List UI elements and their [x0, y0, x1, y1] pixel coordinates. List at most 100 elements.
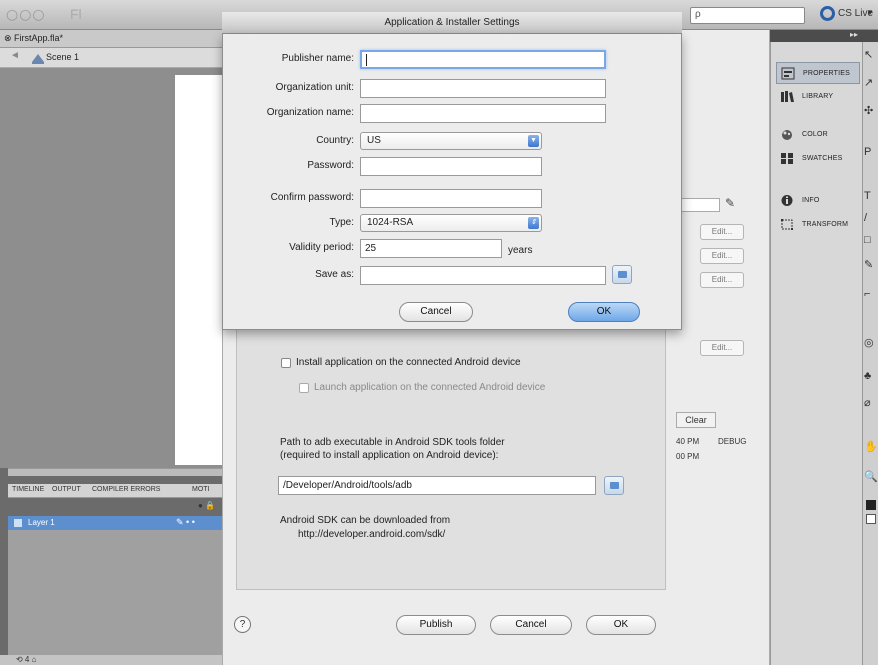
document-tab[interactable]: ⊗ FirstApp.fla* — [4, 33, 63, 44]
log-time: 00 PM — [676, 452, 700, 461]
tab-compiler-errors[interactable]: COMPILER ERRORS — [92, 486, 160, 493]
panel-button-library[interactable]: LIBRARY — [776, 86, 860, 108]
sheet-cancel-button[interactable]: Cancel — [399, 302, 473, 322]
pencil-icon[interactable]: ✎ — [725, 196, 735, 210]
confirm-password-label: Confirm password: — [270, 192, 354, 203]
publish-button[interactable]: Publish — [396, 615, 476, 635]
properties-icon — [781, 67, 795, 80]
organization-unit-input[interactable] — [360, 79, 606, 98]
confirm-password-input[interactable] — [360, 189, 542, 208]
layer-icon — [14, 519, 22, 527]
back-arrow-icon[interactable]: ◄ — [10, 50, 20, 61]
sheet-ok-button[interactable]: OK — [568, 302, 640, 322]
password-input[interactable] — [360, 157, 542, 176]
organization-unit-label: Organization unit: — [275, 82, 354, 93]
password-label: Password: — [307, 160, 354, 171]
edit-button[interactable]: Edit... — [700, 340, 744, 356]
type-select[interactable]: 1024-RSA ⇕ — [360, 214, 542, 232]
install-checkbox[interactable] — [281, 358, 291, 368]
chevron-down-icon: ▼ — [528, 135, 539, 147]
type-label: Type: — [329, 217, 354, 228]
tools-panel — [862, 42, 878, 665]
stage[interactable] — [175, 75, 222, 465]
browse-folder-icon[interactable] — [604, 476, 624, 495]
tab-timeline[interactable]: TIMELINE — [12, 486, 44, 493]
validity-period-label: Validity period: — [289, 242, 354, 253]
adb-label-note: (required to install application on Andr… — [280, 450, 499, 461]
log-time: 40 PM — [676, 437, 700, 446]
organization-name-label: Organization name: — [266, 107, 354, 118]
scene-icon — [32, 54, 44, 64]
panel-button-properties[interactable]: PROPERTIES — [776, 62, 860, 84]
edit-button[interactable]: Edit... — [700, 224, 744, 240]
chevron-down-icon[interactable]: ▼ — [866, 8, 874, 17]
panel-button-color[interactable]: COLOR — [776, 124, 860, 146]
layer-visibility-lock-icon[interactable]: ● 🔒 — [198, 501, 215, 510]
validity-unit: years — [508, 245, 533, 256]
pencil-tool-icon[interactable]: ✎ — [864, 258, 873, 271]
panel-button-info[interactable]: INFO — [776, 190, 860, 212]
color-icon — [782, 130, 792, 140]
pen-tool-icon[interactable]: P — [864, 146, 871, 158]
validity-period-input[interactable]: 25 — [360, 239, 502, 258]
adb-label: Path to adb executable in Android SDK to… — [280, 437, 505, 448]
text-tool-icon[interactable]: T — [864, 190, 871, 202]
edit-button[interactable]: Edit... — [700, 272, 744, 288]
layer-name[interactable]: Layer 1 — [28, 518, 55, 527]
save-as-label: Save as: — [315, 269, 354, 280]
organization-name-input[interactable] — [360, 104, 606, 123]
save-as-input[interactable] — [360, 266, 606, 285]
clear-button[interactable]: Clear — [676, 412, 716, 428]
ok-button[interactable]: OK — [586, 615, 656, 635]
edit-button[interactable]: Edit... — [700, 248, 744, 264]
line-tool-icon[interactable]: / — [864, 212, 867, 224]
publisher-name-label: Publisher name: — [281, 53, 354, 64]
eraser-tool-icon[interactable]: ⌀ — [864, 396, 871, 409]
eyedropper-tool-icon[interactable]: ♣ — [864, 370, 871, 382]
country-select[interactable]: US ▼ — [360, 132, 542, 150]
swatches-icon — [781, 153, 793, 164]
panel-button-transform[interactable]: TRANSFORM — [776, 214, 860, 236]
timeline-controls[interactable]: ⟲ 4 ⌂ — [16, 655, 36, 664]
search-input[interactable]: ρ — [690, 7, 805, 24]
transform-tool-icon[interactable]: ✣ — [864, 104, 873, 117]
log-level: DEBUG — [718, 437, 747, 446]
cs-live-icon[interactable] — [820, 6, 835, 21]
tab-motion-editor[interactable]: MOTI — [192, 486, 210, 493]
layer-pencil-icon[interactable]: ✎ • • — [176, 517, 195, 528]
zoom-tool-icon[interactable]: 🔍 — [864, 470, 878, 483]
sdk-note: Android SDK can be downloaded from — [280, 515, 451, 526]
info-icon — [781, 195, 793, 206]
app-logo: Fl — [70, 6, 82, 22]
search-icon: ρ — [695, 9, 701, 20]
install-label: Install application on the connected And… — [296, 357, 521, 368]
stroke-color-swatch[interactable] — [866, 500, 876, 510]
launch-checkbox[interactable] — [299, 383, 309, 393]
launch-label: Launch application on the connected Andr… — [314, 382, 546, 393]
scene-label[interactable]: Scene 1 — [46, 52, 79, 62]
subselection-tool-icon[interactable]: ↗ — [864, 76, 873, 89]
rectangle-tool-icon[interactable]: □ — [864, 234, 871, 246]
browse-folder-icon[interactable] — [612, 265, 632, 284]
panel-dock-header — [770, 30, 878, 42]
paint-bucket-tool-icon[interactable]: ◎ — [864, 336, 874, 349]
selection-tool-icon[interactable]: ↖ — [864, 48, 873, 61]
up-down-icon: ⇕ — [528, 217, 539, 229]
sheet-title: Application & Installer Settings — [384, 17, 520, 28]
sdk-url[interactable]: http://developer.android.com/sdk/ — [298, 529, 445, 540]
horizontal-scrollbar[interactable] — [8, 468, 222, 476]
fill-color-swatch[interactable] — [866, 514, 876, 524]
publisher-name-input[interactable] — [360, 50, 606, 69]
country-label: Country: — [316, 135, 354, 146]
hand-tool-icon[interactable]: ✋ — [864, 440, 878, 453]
tab-output[interactable]: OUTPUT — [52, 486, 81, 493]
library-icon — [781, 91, 794, 102]
panel-button-swatches[interactable]: SWATCHES — [776, 148, 860, 170]
bone-tool-icon[interactable]: ⌐ — [864, 288, 870, 300]
help-button[interactable]: ? — [234, 616, 251, 633]
adb-path-input[interactable]: /Developer/Android/tools/adb — [278, 476, 596, 495]
cancel-button[interactable]: Cancel — [490, 615, 572, 635]
timeline-body — [8, 530, 222, 655]
window-controls[interactable]: ○○○ — [6, 7, 46, 23]
collapse-icon[interactable]: ▸▸ — [850, 30, 858, 39]
